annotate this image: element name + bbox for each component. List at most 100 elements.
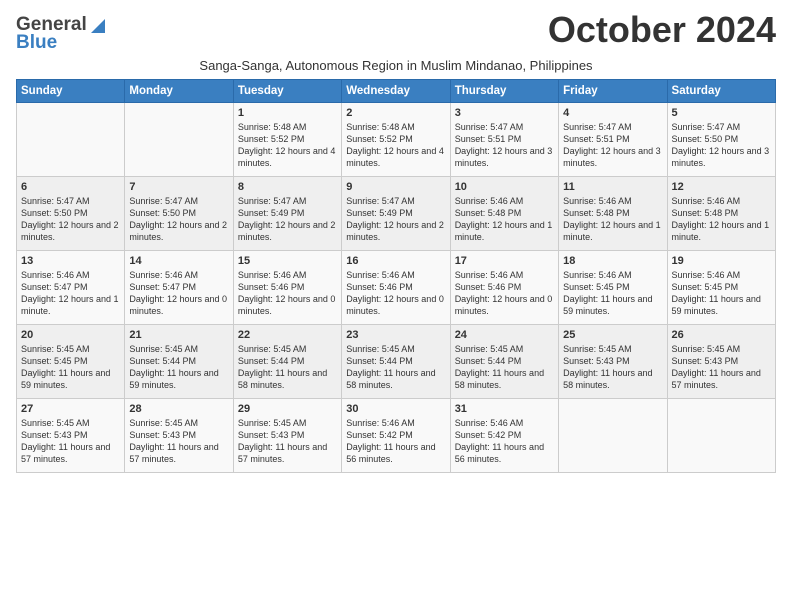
cell-sun-info: Sunrise: 5:45 AM Sunset: 5:43 PM Dayligh… <box>672 344 761 390</box>
cell-sun-info: Sunrise: 5:47 AM Sunset: 5:50 PM Dayligh… <box>21 196 119 242</box>
day-number: 4 <box>563 107 662 119</box>
calendar-cell: 22Sunrise: 5:45 AM Sunset: 5:44 PM Dayli… <box>233 325 341 399</box>
cell-sun-info: Sunrise: 5:46 AM Sunset: 5:42 PM Dayligh… <box>346 418 435 464</box>
day-number: 25 <box>563 329 662 341</box>
day-number: 30 <box>346 403 445 415</box>
calendar-cell: 26 Sunrise: 5:45 AM Sunset: 5:43 PM Dayli… <box>667 325 775 399</box>
day-number: 11 <box>563 181 662 193</box>
month-title: October 2024 <box>548 10 776 50</box>
cell-sun-info: Sunrise: 5:46 AM Sunset: 5:45 PM Dayligh… <box>563 270 652 316</box>
calendar-cell: 5 Sunrise: 5:47 AM Sunset: 5:50 PM Daylig… <box>667 103 775 177</box>
cell-sun-info: Sunrise: 5:46 AM Sunset: 5:47 PM Dayligh… <box>21 270 119 316</box>
day-number: 2 <box>346 107 445 119</box>
cell-sun-info: Sunrise: 5:45 AM Sunset: 5:43 PM Dayligh… <box>563 344 652 390</box>
calendar-cell: 20 Sunrise: 5:45 AM Sunset: 5:45 PM Dayli… <box>17 325 125 399</box>
cell-sun-info: Sunrise: 5:46 AM Sunset: 5:46 PM Dayligh… <box>346 270 444 316</box>
cell-sun-info: Sunrise: 5:45 AM Sunset: 5:43 PM Dayligh… <box>21 418 110 464</box>
logo: General Blue <box>16 14 109 54</box>
day-number: 5 <box>672 107 771 119</box>
cell-sun-info: Sunrise: 5:46 AM Sunset: 5:46 PM Dayligh… <box>455 270 553 316</box>
cell-sun-info: Sunrise: 5:46 AM Sunset: 5:48 PM Dayligh… <box>563 196 661 242</box>
calendar-cell: 4 Sunrise: 5:47 AM Sunset: 5:51 PM Daylig… <box>559 103 667 177</box>
week-row-5: 27 Sunrise: 5:45 AM Sunset: 5:43 PM Dayli… <box>17 399 776 473</box>
cell-sun-info: Sunrise: 5:45 AM Sunset: 5:44 PM Dayligh… <box>346 344 435 390</box>
calendar-cell: 15Sunrise: 5:46 AM Sunset: 5:46 PM Dayli… <box>233 251 341 325</box>
calendar-cell: 6 Sunrise: 5:47 AM Sunset: 5:50 PM Daylig… <box>17 177 125 251</box>
logo-icon <box>87 15 109 35</box>
calendar-cell: 10 Sunrise: 5:46 AM Sunset: 5:48 PM Dayli… <box>450 177 558 251</box>
subtitle: Sanga-Sanga, Autonomous Region in Muslim… <box>16 58 776 73</box>
calendar-cell: 21Sunrise: 5:45 AM Sunset: 5:44 PM Dayli… <box>125 325 233 399</box>
calendar-cell: 30 Sunrise: 5:46 AM Sunset: 5:42 PM Dayli… <box>342 399 450 473</box>
calendar-cell: 16 Sunrise: 5:46 AM Sunset: 5:46 PM Dayli… <box>342 251 450 325</box>
day-number: 12 <box>672 181 771 193</box>
weekday-header-friday: Friday <box>559 80 667 103</box>
week-row-1: 1 Sunrise: 5:48 AM Sunset: 5:52 PM Daylig… <box>17 103 776 177</box>
calendar-cell: 12 Sunrise: 5:46 AM Sunset: 5:48 PM Dayli… <box>667 177 775 251</box>
weekday-header-saturday: Saturday <box>667 80 775 103</box>
day-number: 19 <box>672 255 771 267</box>
cell-sun-info: Sunrise: 5:47 AM Sunset: 5:51 PM Dayligh… <box>455 122 553 168</box>
calendar-cell: 29 Sunrise: 5:45 AM Sunset: 5:43 PM Dayli… <box>233 399 341 473</box>
day-number: 13 <box>21 255 120 267</box>
day-number: 26 <box>672 329 771 341</box>
cell-sun-info: Sunrise: 5:47 AM Sunset: 5:51 PM Dayligh… <box>563 122 661 168</box>
cell-sun-info: Sunrise: 5:45 AM Sunset: 5:44 PM Dayligh… <box>455 344 544 390</box>
day-number: 10 <box>455 181 554 193</box>
calendar-cell: 23 Sunrise: 5:45 AM Sunset: 5:44 PM Dayli… <box>342 325 450 399</box>
day-number: 9 <box>346 181 445 193</box>
calendar-cell: 14 Sunrise: 5:46 AM Sunset: 5:47 PM Dayli… <box>125 251 233 325</box>
cell-sun-info: Sunrise: 5:48 AM Sunset: 5:52 PM Dayligh… <box>346 122 444 168</box>
calendar-cell: 13 Sunrise: 5:46 AM Sunset: 5:47 PM Dayli… <box>17 251 125 325</box>
calendar-cell: 8Sunrise: 5:47 AM Sunset: 5:49 PM Daylig… <box>233 177 341 251</box>
weekday-header-thursday: Thursday <box>450 80 558 103</box>
calendar-cell: 19Sunrise: 5:46 AM Sunset: 5:45 PM Dayli… <box>667 251 775 325</box>
day-number: 31 <box>455 403 554 415</box>
calendar-cell: 3 Sunrise: 5:47 AM Sunset: 5:51 PM Daylig… <box>450 103 558 177</box>
header: General Blue October 2024 <box>16 10 776 54</box>
day-number: 23 <box>346 329 445 341</box>
day-number: 6 <box>21 181 120 193</box>
cell-sun-info: Sunrise: 5:47 AM Sunset: 5:49 PM Dayligh… <box>346 196 444 242</box>
calendar-cell <box>17 103 125 177</box>
day-number: 15 <box>238 255 337 267</box>
cell-sun-info: Sunrise: 5:45 AM Sunset: 5:43 PM Dayligh… <box>238 418 327 464</box>
cell-sun-info: Sunrise: 5:45 AM Sunset: 5:44 PM Dayligh… <box>129 344 218 390</box>
calendar-cell: 1Sunrise: 5:48 AM Sunset: 5:52 PM Daylig… <box>233 103 341 177</box>
day-number: 1 <box>238 107 337 119</box>
week-row-2: 6 Sunrise: 5:47 AM Sunset: 5:50 PM Daylig… <box>17 177 776 251</box>
calendar-cell: 9 Sunrise: 5:47 AM Sunset: 5:49 PM Daylig… <box>342 177 450 251</box>
cell-sun-info: Sunrise: 5:47 AM Sunset: 5:49 PM Dayligh… <box>238 196 336 242</box>
calendar-cell: 28Sunrise: 5:45 AM Sunset: 5:43 PM Dayli… <box>125 399 233 473</box>
calendar-cell: 31Sunrise: 5:46 AM Sunset: 5:42 PM Dayli… <box>450 399 558 473</box>
cell-sun-info: Sunrise: 5:47 AM Sunset: 5:50 PM Dayligh… <box>672 122 770 168</box>
day-number: 16 <box>346 255 445 267</box>
day-number: 20 <box>21 329 120 341</box>
calendar-cell: 2 Sunrise: 5:48 AM Sunset: 5:52 PM Daylig… <box>342 103 450 177</box>
weekday-header-monday: Monday <box>125 80 233 103</box>
calendar-cell: 18 Sunrise: 5:46 AM Sunset: 5:45 PM Dayli… <box>559 251 667 325</box>
calendar-cell: 17 Sunrise: 5:46 AM Sunset: 5:46 PM Dayli… <box>450 251 558 325</box>
day-number: 3 <box>455 107 554 119</box>
day-number: 22 <box>238 329 337 341</box>
weekday-header-row: SundayMondayTuesdayWednesdayThursdayFrid… <box>17 80 776 103</box>
week-row-3: 13 Sunrise: 5:46 AM Sunset: 5:47 PM Dayli… <box>17 251 776 325</box>
cell-sun-info: Sunrise: 5:46 AM Sunset: 5:47 PM Dayligh… <box>129 270 227 316</box>
cell-sun-info: Sunrise: 5:46 AM Sunset: 5:48 PM Dayligh… <box>455 196 553 242</box>
day-number: 14 <box>129 255 228 267</box>
calendar-cell: 24 Sunrise: 5:45 AM Sunset: 5:44 PM Dayli… <box>450 325 558 399</box>
cell-sun-info: Sunrise: 5:45 AM Sunset: 5:45 PM Dayligh… <box>21 344 110 390</box>
cell-sun-info: Sunrise: 5:47 AM Sunset: 5:50 PM Dayligh… <box>129 196 227 242</box>
calendar-cell: 7Sunrise: 5:47 AM Sunset: 5:50 PM Daylig… <box>125 177 233 251</box>
day-number: 29 <box>238 403 337 415</box>
day-number: 18 <box>563 255 662 267</box>
day-number: 17 <box>455 255 554 267</box>
calendar-cell: 25 Sunrise: 5:45 AM Sunset: 5:43 PM Dayli… <box>559 325 667 399</box>
calendar-table: SundayMondayTuesdayWednesdayThursdayFrid… <box>16 79 776 473</box>
day-number: 24 <box>455 329 554 341</box>
cell-sun-info: Sunrise: 5:46 AM Sunset: 5:48 PM Dayligh… <box>672 196 770 242</box>
day-number: 27 <box>21 403 120 415</box>
logo-blue: Blue <box>16 32 57 54</box>
weekday-header-wednesday: Wednesday <box>342 80 450 103</box>
week-row-4: 20 Sunrise: 5:45 AM Sunset: 5:45 PM Dayli… <box>17 325 776 399</box>
